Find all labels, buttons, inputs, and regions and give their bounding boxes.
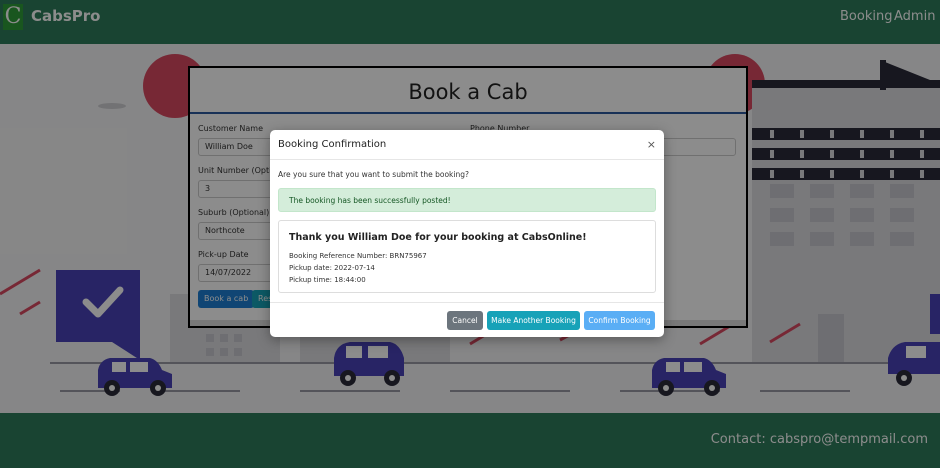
pickup-time: Pickup time: 18:44:00 [289,276,366,284]
modal-header: Booking Confirmation × [270,130,664,160]
booking-reference: Booking Reference Number: BRN75967 [289,252,427,260]
modal-title: Booking Confirmation [278,139,387,150]
success-alert-text: The booking has been successfully posted… [289,196,451,205]
confirm-booking-button[interactable]: Confirm Booking [584,311,655,330]
pickup-date: Pickup date: 2022-07-14 [289,264,375,272]
booking-details-card: Thank you William Doe for your booking a… [278,220,656,293]
thank-you-heading: Thank you William Doe for your booking a… [289,232,587,243]
modal-footer: Cancel Make Another Booking Confirm Book… [270,302,664,337]
confirmation-question: Are you sure that you want to submit the… [278,170,469,179]
booking-confirmation-modal: Booking Confirmation × Are you sure that… [270,130,664,337]
close-icon[interactable]: × [647,138,656,151]
cancel-button[interactable]: Cancel [447,311,483,330]
success-alert: The booking has been successfully posted… [278,188,656,212]
make-another-booking-button[interactable]: Make Another Booking [487,311,580,330]
